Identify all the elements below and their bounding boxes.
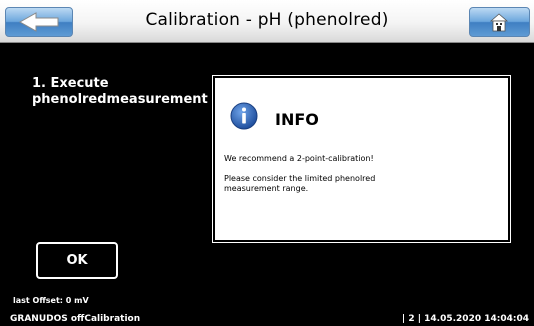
- instruction-text: 1. Execute phenolredmeasurement: [32, 76, 222, 108]
- status-bar: GRANUDOS offCalibration | 2 | 14.05.2020…: [0, 312, 534, 326]
- instruction-line-1: 1. Execute: [32, 76, 109, 91]
- last-offset-label: last Offset: 0 mV: [13, 296, 89, 305]
- page-title: Calibration - pH (phenolred): [145, 10, 389, 30]
- header-bar: Calibration - pH (phenolred): [0, 0, 534, 43]
- status-left-text: GRANUDOS offCalibration: [10, 314, 141, 324]
- home-button[interactable]: [469, 7, 530, 37]
- dialog-title: INFO: [275, 110, 319, 129]
- status-right-text: | 2 | 14.05.2020 14:04:04: [401, 314, 529, 324]
- info-dialog: INFO We recommend a 2-point-calibration!…: [212, 75, 511, 243]
- ok-button[interactable]: OK: [36, 242, 118, 279]
- home-icon: [489, 13, 509, 32]
- instruction-line-2: phenolredmeasurement: [32, 92, 208, 107]
- dialog-message-recommend: We recommend a 2-point-calibration!: [224, 154, 374, 163]
- dialog-message-range: Please consider the limited phenolred me…: [224, 174, 376, 193]
- info-icon: [230, 102, 258, 130]
